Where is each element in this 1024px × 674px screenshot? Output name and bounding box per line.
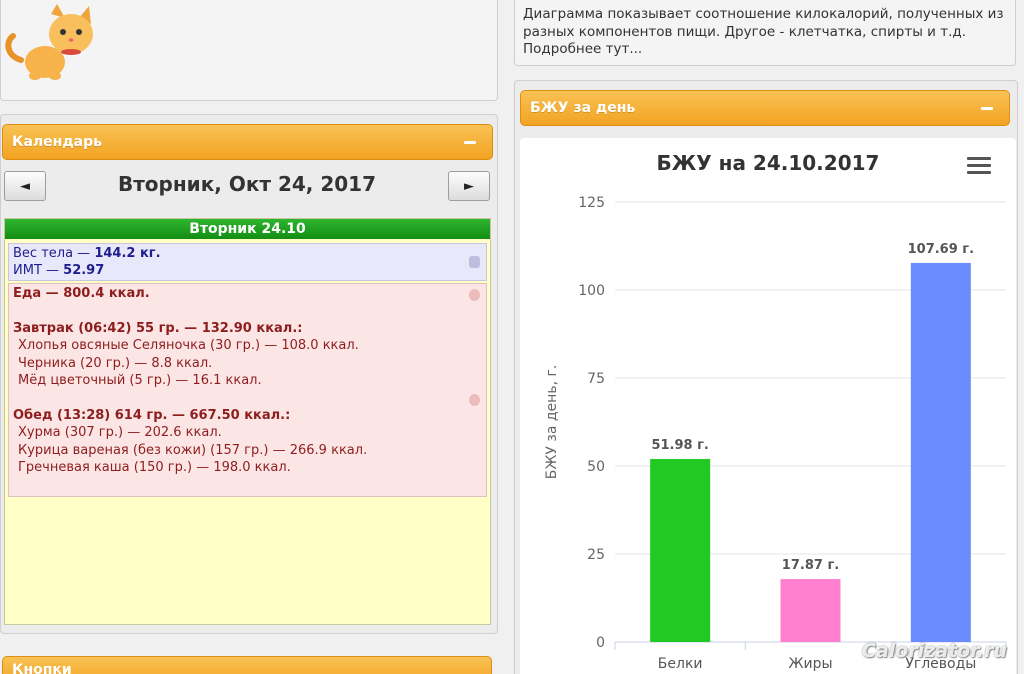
- buttons-header[interactable]: Кнопки: [2, 656, 492, 674]
- buttons-header-title: Кнопки: [12, 662, 72, 674]
- day-header[interactable]: Вторник 24.10: [5, 219, 490, 239]
- scale-icon[interactable]: [469, 256, 480, 268]
- bju-chart: БЖУ на 24.10.2017 0 25 50 75 100 125 БЖУ за ден…: [544, 151, 1007, 672]
- calendar-header-title: Календарь: [12, 134, 102, 150]
- right-column: Диаграмма показывает соотношение килокал…: [512, 0, 1024, 674]
- cat-avatar-icon: [5, 4, 93, 80]
- apple-icon[interactable]: [469, 394, 480, 406]
- bju-panel-header[interactable]: БЖУ за день: [520, 90, 1010, 126]
- y-tick-label: 125: [578, 195, 605, 211]
- bmi-value: 52.97: [63, 263, 105, 278]
- left-column: Календарь ◄ Вторник, Окт 24, 2017 ► Втор…: [0, 0, 500, 674]
- meal-item: Курица вареная (без кожи) (157 гр.) — 26…: [18, 442, 368, 458]
- x-tick-label: Белки: [658, 656, 703, 672]
- data-label: 51.98 г.: [651, 438, 708, 453]
- meal-item: Мёд цветочный (5 гр.) — 16.1 ккал.: [18, 373, 262, 388]
- y-axis-label: БЖУ за день, г.: [544, 365, 560, 480]
- chart-title: БЖУ на 24.10.2017: [657, 151, 880, 175]
- meal-item: Гречневая каша (150 гр.) — 198.0 ккал.: [18, 460, 291, 475]
- bar: [650, 459, 711, 642]
- weight-block[interactable]: Вес тела — 144.2 кг. ИМТ — 52.97: [8, 243, 487, 281]
- x-tick-label: Жиры: [788, 656, 832, 672]
- prev-day-button[interactable]: ◄: [4, 171, 46, 201]
- y-tick-label: 100: [578, 283, 605, 299]
- apple-icon[interactable]: [469, 289, 480, 301]
- meal-item: Хлопья овсяные Селяночка (30 гр.) — 108.…: [18, 338, 359, 353]
- meal-item: Хурма (307 гр.) — 202.6 ккал.: [18, 425, 222, 440]
- date-title: Вторник, Окт 24, 2017: [117, 172, 377, 196]
- y-tick-label: 25: [587, 547, 605, 563]
- collapse-icon[interactable]: [464, 141, 476, 144]
- data-label: 107.69 г.: [908, 242, 974, 257]
- meal-item: Черника (20 гр.) — 8.8 ккал.: [18, 355, 213, 371]
- weight-value: 144.2 кг.: [94, 246, 161, 261]
- bar: [910, 262, 971, 642]
- day-entry: Вторник 24.10 Вес тела — 144.2 кг. ИМТ —…: [4, 218, 491, 625]
- meal-title: Завтрак (06:42) 55 гр. — 132.90 ккал.:: [13, 320, 303, 336]
- food-block[interactable]: Еда — 800.4 ккал. Завтрак (06:42) 55 гр.…: [8, 283, 487, 497]
- y-tick-label: 75: [587, 371, 605, 387]
- calendar-header[interactable]: Календарь: [2, 124, 493, 160]
- next-day-button[interactable]: ►: [448, 171, 490, 201]
- weight-label: Вес тела —: [13, 246, 95, 261]
- bar: [780, 579, 841, 642]
- meal-title: Обед (13:28) 614 гр. — 667.50 ккал.:: [13, 407, 291, 423]
- food-total: Еда — 800.4 ккал.: [13, 286, 150, 301]
- chart-description-text: Диаграмма показывает соотношение килокал…: [523, 6, 1004, 57]
- data-label: 17.87 г.: [782, 558, 839, 573]
- y-tick-label: 0: [596, 635, 605, 651]
- collapse-icon[interactable]: [981, 107, 993, 110]
- watermark: Calorizator.ru: [862, 640, 1008, 662]
- bju-panel-title: БЖУ за день: [530, 100, 636, 116]
- avatar-panel: [0, 0, 498, 101]
- chart-description: Диаграмма показывает соотношение килокал…: [514, 0, 1016, 66]
- bmi-label: ИМТ —: [13, 263, 64, 278]
- y-tick-label: 50: [587, 459, 605, 475]
